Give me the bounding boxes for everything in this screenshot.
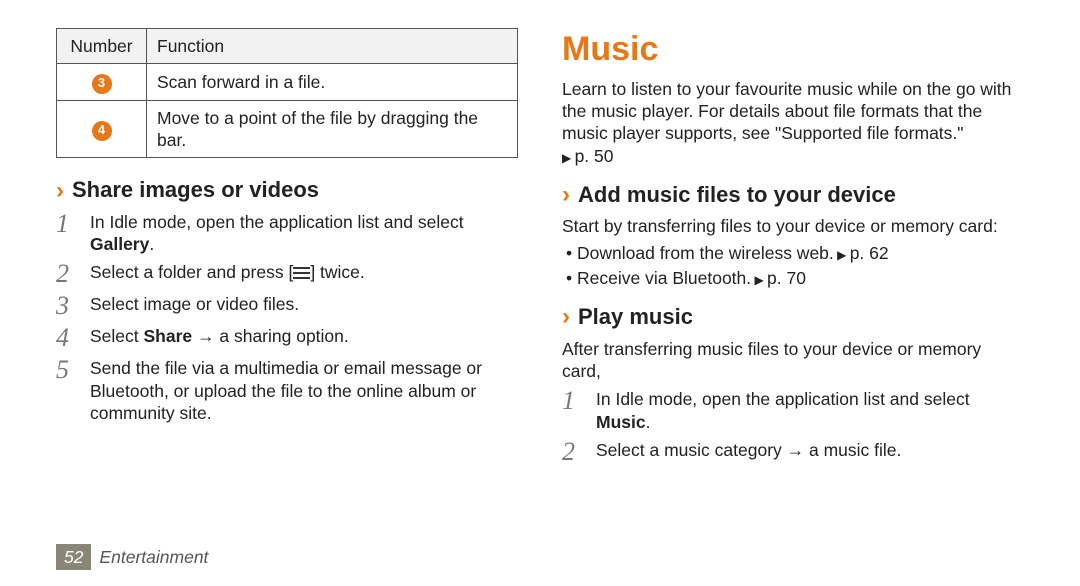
- step-text: Select image or video files.: [90, 293, 518, 319]
- header-function: Function: [147, 29, 518, 64]
- menu-icon: [293, 267, 310, 279]
- bullet-text: Receive via Bluetooth.: [577, 268, 751, 288]
- music-intro: Learn to listen to your favourite music …: [562, 78, 1024, 145]
- step-bold: Music: [596, 412, 646, 432]
- intro-text: Learn to listen to your favourite music …: [562, 79, 1011, 144]
- chevron-right-icon: ›: [562, 183, 570, 207]
- step-post: → a sharing option.: [192, 326, 349, 346]
- step-bold: Gallery: [90, 234, 149, 254]
- bullet-text: Download from the wireless web.: [577, 243, 834, 263]
- page-columns: Number Function 3 Scan forward in a file…: [56, 28, 1024, 471]
- page-reference: p. 50: [562, 145, 1024, 167]
- left-column: Number Function 3 Scan forward in a file…: [56, 28, 518, 471]
- step-item: 1 In Idle mode, open the application lis…: [562, 388, 1024, 433]
- chevron-right-icon: ›: [56, 179, 64, 203]
- step-post: .: [646, 412, 651, 432]
- page-reference: p. 70: [751, 268, 806, 288]
- step-pre: In Idle mode, open the application list …: [596, 389, 970, 409]
- table-row: 4 Move to a point of the file by draggin…: [57, 100, 518, 158]
- step-number: 5: [56, 357, 78, 424]
- chevron-right-icon: ›: [562, 305, 570, 329]
- table-header-row: Number Function: [57, 29, 518, 64]
- step-number: 3: [56, 293, 78, 319]
- add-files-subhead-text: Add music files to your device: [578, 181, 896, 209]
- step-number: 2: [56, 261, 78, 287]
- step-item: 2 Select a folder and press [ ] twice.: [56, 261, 518, 287]
- add-files-intro: Start by transferring files to your devi…: [562, 215, 1024, 237]
- page-footer: 52 Entertainment: [56, 544, 208, 570]
- share-steps: 1 In Idle mode, open the application lis…: [56, 211, 518, 425]
- play-steps: 1 In Idle mode, open the application lis…: [562, 388, 1024, 465]
- footer-section: Entertainment: [99, 546, 208, 568]
- step-item: 1 In Idle mode, open the application lis…: [56, 211, 518, 256]
- share-subhead-text: Share images or videos: [72, 176, 319, 204]
- step-text: Select a folder and press [ ] twice.: [90, 261, 518, 287]
- share-subhead: › Share images or videos: [56, 176, 518, 204]
- row-number-cell: 3: [57, 64, 147, 100]
- step-number: 1: [56, 211, 78, 256]
- play-music-intro: After transferring music files to your d…: [562, 338, 1024, 383]
- step-pre: Select: [90, 326, 144, 346]
- step-pre: Select a folder and press [: [90, 262, 293, 282]
- step-number: 2: [562, 439, 584, 465]
- table-row: 3 Scan forward in a file.: [57, 64, 518, 100]
- step-number: 1: [562, 388, 584, 433]
- step-item: 4 Select Share → a sharing option.: [56, 325, 518, 351]
- page-reference: p. 62: [834, 243, 889, 263]
- header-number: Number: [57, 29, 147, 64]
- right-column: Music Learn to listen to your favourite …: [562, 28, 1024, 471]
- step-number: 4: [56, 325, 78, 351]
- function-table: Number Function 3 Scan forward in a file…: [56, 28, 518, 158]
- row-function-cell: Scan forward in a file.: [147, 64, 518, 100]
- step-text: In Idle mode, open the application list …: [90, 211, 518, 256]
- number-badge-icon: 3: [92, 74, 112, 94]
- step-post: ] twice.: [310, 262, 364, 282]
- step-item: 3 Select image or video files.: [56, 293, 518, 319]
- step-text: In Idle mode, open the application list …: [596, 388, 1024, 433]
- row-function-cell: Move to a point of the file by dragging …: [147, 100, 518, 158]
- play-music-subhead-text: Play music: [578, 303, 693, 331]
- step-bold: Share: [144, 326, 193, 346]
- music-title: Music: [562, 28, 1024, 72]
- add-files-bullets: Download from the wireless web.p. 62 Rec…: [562, 242, 1024, 290]
- step-item: 2 Select a music category → a music file…: [562, 439, 1024, 465]
- step-text: Send the file via a multimedia or email …: [90, 357, 518, 424]
- step-text: Select a music category → a music file.: [596, 439, 1024, 465]
- number-badge-icon: 4: [92, 121, 112, 141]
- step-item: 5 Send the file via a multimedia or emai…: [56, 357, 518, 424]
- bullet-item: Receive via Bluetooth.p. 70: [566, 267, 1024, 289]
- row-number-cell: 4: [57, 100, 147, 158]
- add-files-subhead: › Add music files to your device: [562, 181, 1024, 209]
- bullet-item: Download from the wireless web.p. 62: [566, 242, 1024, 264]
- step-text: Select Share → a sharing option.: [90, 325, 518, 351]
- step-pre: In Idle mode, open the application list …: [90, 212, 464, 232]
- play-music-subhead: › Play music: [562, 303, 1024, 331]
- step-post: .: [149, 234, 154, 254]
- page-number: 52: [56, 544, 91, 570]
